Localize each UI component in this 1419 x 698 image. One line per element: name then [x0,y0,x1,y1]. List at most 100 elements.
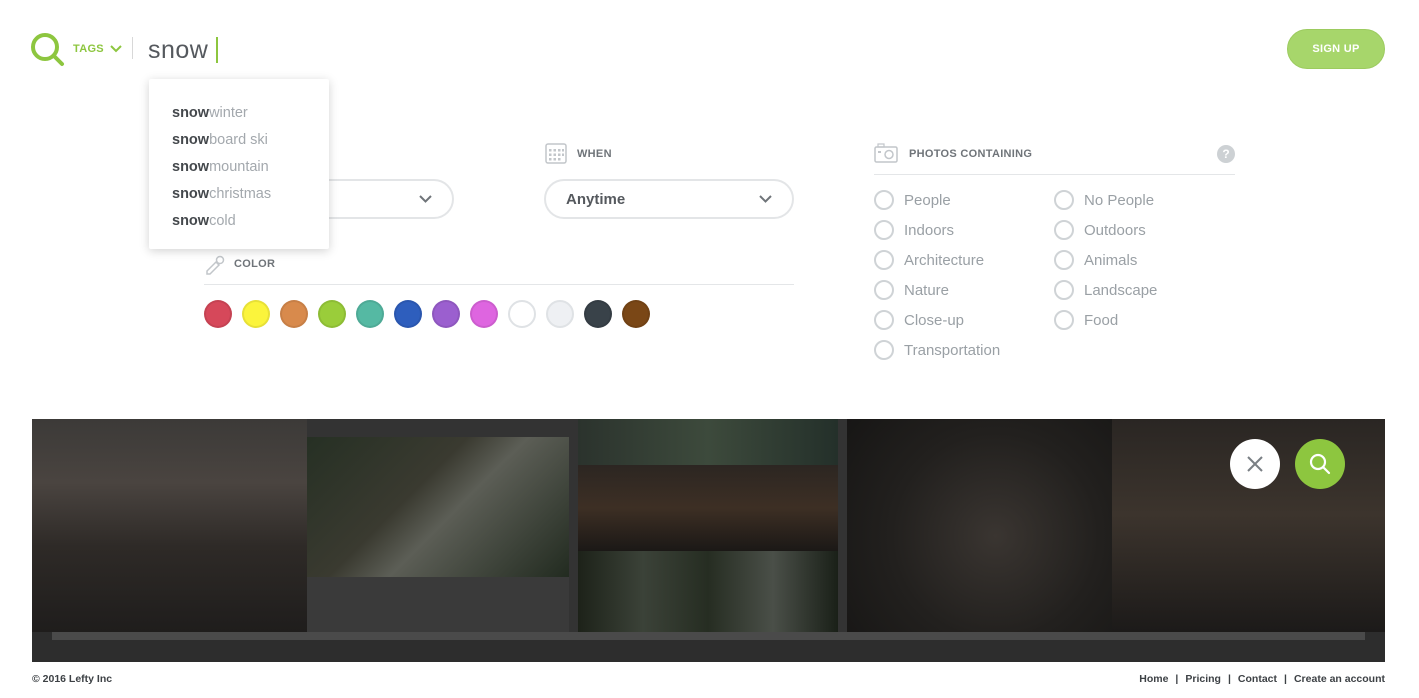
color-swatch[interactable] [432,300,460,328]
photo-option-label: Indoors [904,221,955,239]
suggestion-item[interactable]: snow cold [149,207,329,234]
autocomplete-dropdown: snow winter snow board ski snow mountain … [149,79,329,249]
color-dropper-icon [206,255,225,275]
photo-option[interactable]: No People [1054,190,1154,210]
color-swatch[interactable] [584,300,612,328]
suggestion-item[interactable]: snow christmas [149,180,329,207]
suggestion-match: snow [172,158,210,175]
logo-search-icon[interactable] [30,32,66,68]
color-swatch[interactable] [394,300,422,328]
when-value: Anytime [566,190,626,208]
radio-button[interactable] [874,190,894,210]
photo-option[interactable]: Outdoors [1054,220,1146,240]
color-swatch[interactable] [356,300,384,328]
suggestion-rest: board ski [209,131,268,148]
photo-option[interactable]: Indoors [874,220,954,240]
photo-option-label: Transportation [904,341,1001,359]
radio-button[interactable] [874,310,894,330]
photo-option-label: Landscape [1084,281,1158,299]
radio-button[interactable] [874,280,894,300]
sign-up-button[interactable]: SIGN UP [1287,29,1385,69]
separator: | [1175,673,1179,685]
suggestion-match: snow [172,185,210,202]
separator: | [1227,673,1231,685]
chevron-down-icon [110,45,122,53]
photo-option[interactable]: Close-up [874,310,964,330]
copyright-text: © 2016 Lefty Inc [32,673,113,685]
radio-button[interactable] [1054,310,1074,330]
photo-option-label: No People [1084,191,1155,209]
radio-button[interactable] [874,250,894,270]
photo-tile [847,419,1117,632]
footer-link-contact[interactable]: Contact [1238,673,1277,685]
radio-button[interactable] [874,220,894,240]
radio-button[interactable] [1054,280,1074,300]
suggestion-rest: cold [209,212,236,229]
photo-option[interactable]: Transportation [874,340,1000,360]
photos-containing-label: PHOTOS CONTAINING [909,148,1033,160]
color-swatch[interactable] [546,300,574,328]
footer-links: Home | Pricing | Contact | Create an accoun… [1139,673,1385,685]
footer-link-home[interactable]: Home [1139,673,1168,685]
photo-option-label: People [904,191,951,209]
tags-dropdown[interactable]: TAGS [73,40,122,58]
color-swatch[interactable] [508,300,536,328]
photo-option[interactable]: Food [1054,310,1118,330]
suggestion-item[interactable]: snow mountain [149,153,329,180]
suggestion-item[interactable]: snow winter [149,99,329,126]
when-select[interactable]: Anytime [544,179,794,219]
photo-tile [578,551,838,632]
photos-divider [874,174,1235,175]
color-swatch[interactable] [280,300,308,328]
photo-tile [578,419,838,465]
search-input[interactable] [148,28,548,72]
divider [132,37,133,59]
close-icon [1247,456,1263,472]
photo-option-label: Food [1084,311,1119,329]
camera-icon [874,143,898,163]
color-label: COLOR [234,258,276,270]
radio-button[interactable] [874,340,894,360]
color-swatch[interactable] [470,300,498,328]
close-button[interactable] [1230,439,1280,489]
radio-button[interactable] [1054,190,1074,210]
color-swatch[interactable] [622,300,650,328]
photo-option-label: Nature [904,281,950,299]
color-divider [204,284,794,285]
radio-button[interactable] [1054,250,1074,270]
suggestion-rest: mountain [209,158,269,175]
photo-option[interactable]: Architecture [874,250,984,270]
photo-option-label: Close-up [904,311,965,329]
photo-tile [307,577,569,632]
photo-option[interactable]: Landscape [1054,280,1157,300]
search-button[interactable] [1295,439,1345,489]
when-label: WHEN [577,148,612,160]
color-swatch[interactable] [318,300,346,328]
suggestion-match: snow [172,212,210,229]
separator: | [1284,673,1287,685]
suggestion-match: snow [172,104,210,121]
footer-link-create-account[interactable]: Create an account [1294,673,1385,685]
photo-option-label: Outdoors [1084,221,1146,239]
photo-option[interactable]: Animals [1054,250,1137,270]
chevron-down-icon [419,195,432,203]
color-swatch[interactable] [242,300,270,328]
photo-collage [32,419,1385,662]
photo-tile [578,465,838,551]
tags-label: TAGS [73,43,104,55]
calendar-icon [545,143,567,164]
footer-link-pricing[interactable]: Pricing [1185,673,1221,685]
color-swatch[interactable] [204,300,232,328]
photo-tile [307,437,569,577]
divider [52,632,1365,640]
photo-option[interactable]: Nature [874,280,949,300]
suggestion-match: snow [172,131,210,148]
text-caret [216,37,218,63]
suggestion-rest: winter [209,104,248,121]
photo-option[interactable]: People [874,190,951,210]
radio-button[interactable] [1054,220,1074,240]
suggestion-rest: christmas [209,185,272,202]
suggestion-item[interactable]: snow board ski [149,126,329,153]
help-icon[interactable]: ? [1217,145,1235,163]
chevron-down-icon [759,195,772,203]
